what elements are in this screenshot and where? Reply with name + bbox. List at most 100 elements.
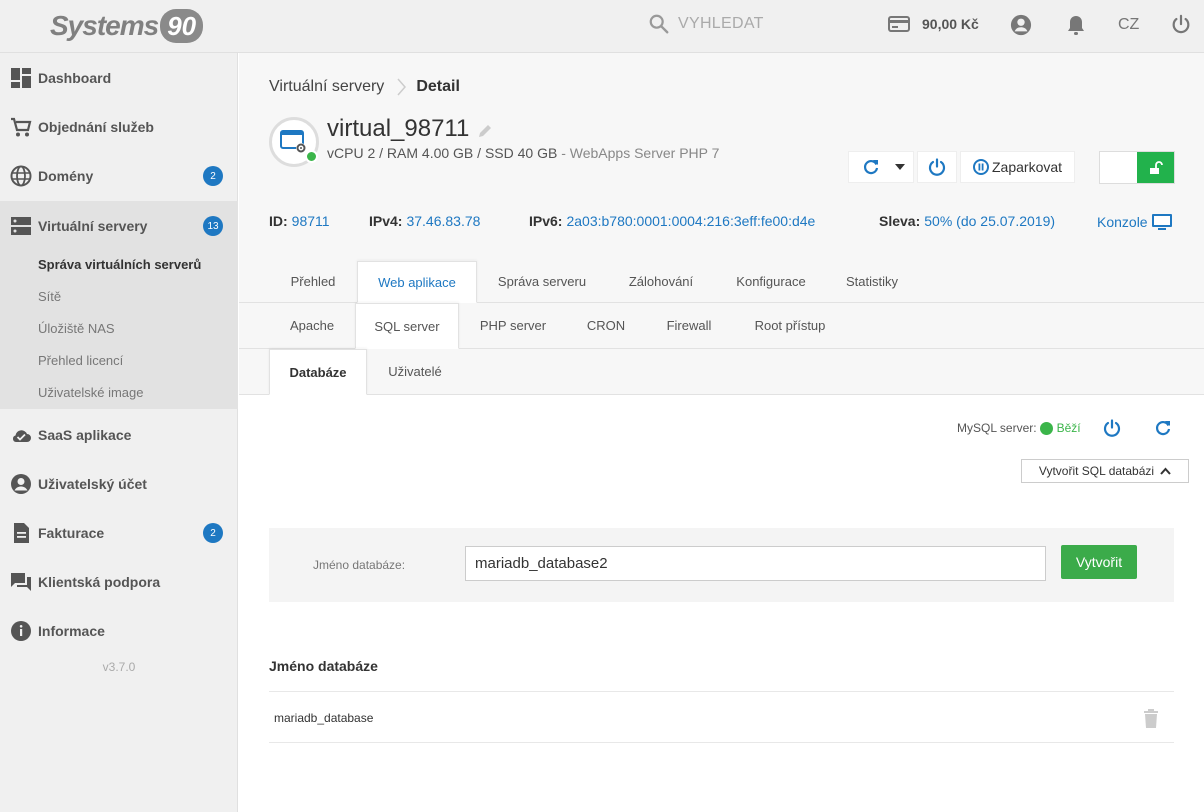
sidebar-item-label: Virtuální servery xyxy=(38,217,148,234)
main-tabs: Přehled Web aplikace Správa serveru Zálo… xyxy=(239,261,1204,303)
search-icon xyxy=(649,14,669,34)
sidebar-item-label: Fakturace xyxy=(38,524,105,541)
create-database-button[interactable]: Vytvořit xyxy=(1061,545,1137,579)
credit-balance[interactable]: 90,00 Kč xyxy=(888,15,979,33)
sidebar-item-label: Informace xyxy=(38,622,105,639)
table-divider xyxy=(269,742,1174,743)
invoice-icon xyxy=(14,522,29,543)
logo-text: Systems xyxy=(50,10,159,41)
status-dot xyxy=(1039,421,1053,435)
tab-apache[interactable]: Apache xyxy=(269,303,355,348)
sidebar-item-label: Objednání služeb xyxy=(38,118,154,135)
refresh-icon[interactable] xyxy=(1154,419,1172,437)
count-badge: 2 xyxy=(203,523,223,543)
sidebar-item-info[interactable]: Informace xyxy=(0,606,238,655)
tab-root-access[interactable]: Root přístup xyxy=(733,303,847,348)
subitem-nas-storage[interactable]: Úložiště NAS xyxy=(38,321,115,336)
sidebar-item-saas[interactable]: SaaS aplikace xyxy=(0,410,238,459)
sidebar-item-virtual-servers[interactable]: Virtuální servery 13 xyxy=(0,201,238,250)
power-icon[interactable] xyxy=(1103,419,1121,437)
tab-server-management[interactable]: Správa serveru xyxy=(477,261,607,302)
tab-users[interactable]: Uživatelé xyxy=(367,349,463,394)
power-icon[interactable] xyxy=(1170,14,1192,36)
server-icon xyxy=(11,216,31,235)
sidebar-item-billing[interactable]: Fakturace 2 xyxy=(0,508,238,557)
id-value[interactable]: 98711 xyxy=(292,213,330,229)
tab-databases[interactable]: Databáze xyxy=(269,349,367,395)
id-label: ID: xyxy=(269,213,288,229)
sidebar: Dashboard Objednání služeb Domény 2 Virt… xyxy=(0,53,238,812)
language-switch[interactable]: CZ xyxy=(1118,16,1139,34)
power-icon xyxy=(928,158,946,176)
subitem-licenses[interactable]: Přehled licencí xyxy=(38,353,123,368)
park-label: Zaparkovat xyxy=(992,159,1063,175)
subitem-networks[interactable]: Sítě xyxy=(38,289,61,304)
database-name-input[interactable] xyxy=(465,546,1046,581)
tab-firewall[interactable]: Firewall xyxy=(645,303,733,348)
logo-number: 90 xyxy=(160,9,204,43)
subitem-user-images[interactable]: Uživatelské image xyxy=(38,385,144,400)
tab-overview[interactable]: Přehled xyxy=(269,261,357,302)
ipv6-value[interactable]: 2a03:b780:0001:0004:216:3eff:fe00:d4e xyxy=(566,213,815,229)
tab-cron[interactable]: CRON xyxy=(567,303,645,348)
info-ipv6: IPv6: 2a03:b780:0001:0004:216:3eff:fe00:d… xyxy=(529,213,815,229)
power-button[interactable] xyxy=(917,151,957,183)
breadcrumb-current: Detail xyxy=(416,78,460,95)
sidebar-item-label: SaaS aplikace xyxy=(38,426,132,443)
account-icon xyxy=(11,473,31,494)
tab-backups[interactable]: Zálohování xyxy=(607,261,715,302)
tab-php-server[interactable]: PHP server xyxy=(459,303,567,348)
console-link[interactable]: Konzole xyxy=(1097,213,1172,231)
chat-icon xyxy=(11,572,31,591)
info-ipv4: IPv4: 37.46.83.78 xyxy=(369,213,480,229)
tab-sql-server[interactable]: SQL server xyxy=(355,303,459,349)
tab-statistics[interactable]: Statistiky xyxy=(827,261,917,302)
user-icon[interactable] xyxy=(1010,14,1032,36)
tab-configuration[interactable]: Konfigurace xyxy=(715,261,827,302)
bell-icon[interactable] xyxy=(1066,14,1086,37)
server-template: WebApps Server PHP 7 xyxy=(569,145,720,161)
sidebar-item-dashboard[interactable]: Dashboard xyxy=(0,53,238,102)
sidebar-item-label: Dashboard xyxy=(38,69,112,86)
ipv4-label: IPv4: xyxy=(369,213,403,229)
main-content: Virtuální servery Detail virtual_98711 v… xyxy=(239,53,1204,812)
chevron-right-icon xyxy=(397,78,407,96)
server-status-icon xyxy=(269,117,319,167)
breadcrumb-parent[interactable]: Virtuální servery xyxy=(269,78,384,96)
subitem-manage-servers[interactable]: Správa virtuálních serverů xyxy=(38,257,201,272)
sidebar-item-support[interactable]: Klientská podpora xyxy=(0,557,238,606)
server-spec: vCPU 2 / RAM 4.00 GB / SSD 40 GB - WebAp… xyxy=(327,145,719,161)
table-divider xyxy=(269,691,1174,692)
search-box[interactable]: VYHLEDAT xyxy=(648,13,764,35)
sidebar-item-label: Klientská podpora xyxy=(38,573,161,590)
sidebar-item-label: Domény xyxy=(38,167,94,184)
count-badge: 2 xyxy=(203,166,223,186)
pencil-icon[interactable] xyxy=(477,123,493,139)
server-controls: Zaparkovat xyxy=(848,151,1078,183)
info-discount: Sleva: 50% (do 25.07.2019) xyxy=(879,213,1055,229)
trash-icon[interactable] xyxy=(1143,709,1159,729)
mysql-status: MySQL server: Běží xyxy=(957,419,1172,437)
table-row-database: mariadb_database xyxy=(274,711,374,725)
cloud-icon xyxy=(12,429,31,442)
top-bar: Systems 90 VYHLEDAT 90,00 Kč CZ xyxy=(0,0,1204,53)
unlock-icon xyxy=(1149,160,1163,174)
sub-tabs: Apache SQL server PHP server CRON Firewa… xyxy=(239,303,1204,349)
sidebar-item-account[interactable]: Uživatelský účet xyxy=(0,459,238,508)
restart-button[interactable] xyxy=(848,151,914,183)
info-icon xyxy=(11,620,31,641)
sidebar-item-domains[interactable]: Domény 2 xyxy=(0,151,238,200)
sidebar-item-orders[interactable]: Objednání služeb xyxy=(0,102,238,151)
discount-value[interactable]: 50% (do 25.07.2019) xyxy=(924,213,1055,229)
mysql-label: MySQL server: xyxy=(957,421,1037,435)
count-badge: 13 xyxy=(203,216,223,236)
ipv4-value[interactable]: 37.46.83.78 xyxy=(406,213,480,229)
table-header-database-name: Jméno databáze xyxy=(269,658,378,674)
create-sql-database-button[interactable]: Vytvořit SQL databázi xyxy=(1021,459,1189,483)
park-button[interactable]: Zaparkovat xyxy=(960,151,1076,183)
caret-down-icon[interactable] xyxy=(894,164,905,170)
logo[interactable]: Systems 90 xyxy=(50,8,204,44)
lock-toggle[interactable] xyxy=(1099,151,1175,184)
dashboard-icon xyxy=(11,67,31,88)
tab-web-apps[interactable]: Web aplikace xyxy=(357,261,477,303)
